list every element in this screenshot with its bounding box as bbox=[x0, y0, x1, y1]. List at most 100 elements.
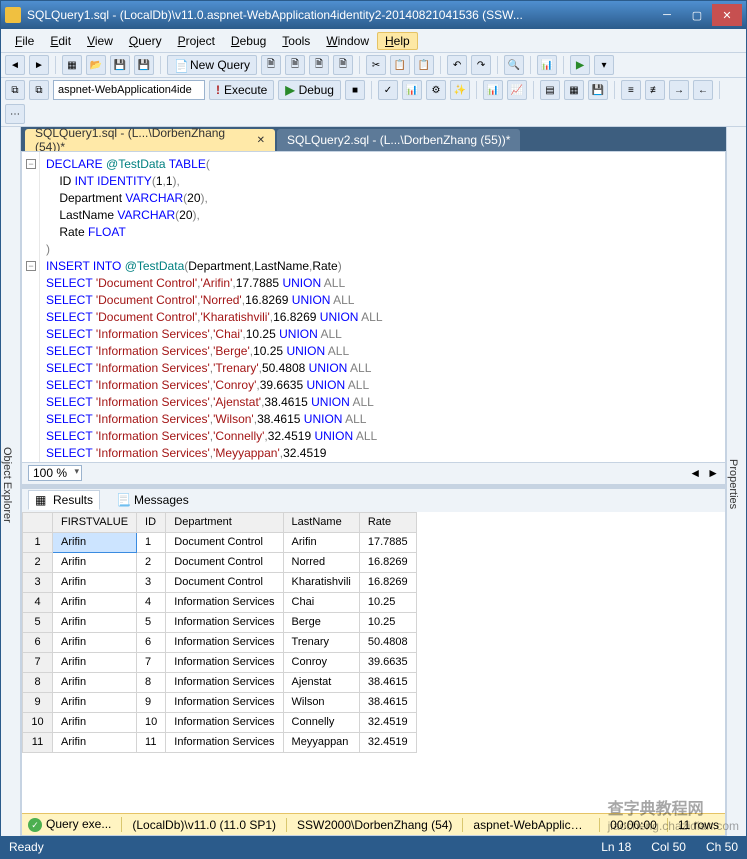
outdent-button[interactable]: ← bbox=[693, 80, 713, 100]
nav-back-button[interactable]: ◄ bbox=[5, 55, 25, 75]
grid-cell[interactable]: Kharatishvili bbox=[283, 572, 359, 592]
grid-cell[interactable]: 3 bbox=[137, 572, 166, 592]
menu-query[interactable]: Query bbox=[121, 32, 170, 50]
doc-tab-1[interactable]: SQLQuery2.sql - (L...\DorbenZhang (55))* bbox=[277, 129, 520, 151]
grid-header[interactable]: Rate bbox=[359, 512, 416, 532]
actual-plan-button[interactable]: 📊 bbox=[483, 80, 503, 100]
properties-panel[interactable]: Properties bbox=[726, 127, 746, 836]
code-line[interactable]: DECLARE @TestData TABLE( bbox=[22, 156, 725, 173]
code-line[interactable]: ) bbox=[22, 241, 725, 258]
grid-cell[interactable]: Trenary bbox=[283, 632, 359, 652]
specify-values-button[interactable]: ⋯ bbox=[5, 104, 25, 124]
grid-cell[interactable]: 6 bbox=[23, 632, 53, 652]
grid-cell[interactable]: 2 bbox=[137, 552, 166, 572]
table-row[interactable]: 8Arifin8Information ServicesAjenstat38.4… bbox=[23, 672, 417, 692]
grid-cell[interactable]: Conroy bbox=[283, 652, 359, 672]
start-button[interactable]: ▶ bbox=[570, 55, 590, 75]
grid-cell[interactable]: Berge bbox=[283, 612, 359, 632]
close-tab-icon[interactable]: ✕ bbox=[257, 135, 265, 146]
grid-cell[interactable]: 50.4808 bbox=[359, 632, 416, 652]
grid-cell[interactable]: 11 bbox=[23, 732, 53, 752]
grid-cell[interactable]: Arifin bbox=[53, 672, 137, 692]
grid-cell[interactable]: Norred bbox=[283, 552, 359, 572]
grid-cell[interactable]: 39.6635 bbox=[359, 652, 416, 672]
grid-cell[interactable]: 9 bbox=[23, 692, 53, 712]
grid-cell[interactable]: Information Services bbox=[166, 732, 283, 752]
grid-cell[interactable]: 7 bbox=[137, 652, 166, 672]
menu-debug[interactable]: Debug bbox=[223, 32, 274, 50]
grid-cell[interactable]: Information Services bbox=[166, 672, 283, 692]
activity-monitor-button[interactable]: 📊 bbox=[537, 55, 557, 75]
grid-header[interactable]: Department bbox=[166, 512, 283, 532]
code-line[interactable]: SELECT 'Information Services','Ajenstat'… bbox=[22, 394, 725, 411]
grid-cell[interactable]: Information Services bbox=[166, 612, 283, 632]
code-line[interactable]: SELECT 'Document Control','Norred',16.82… bbox=[22, 292, 725, 309]
nav-fwd-button[interactable]: ► bbox=[29, 55, 49, 75]
debug-button[interactable]: ▶ Debug bbox=[278, 80, 341, 100]
menu-project[interactable]: Project bbox=[170, 32, 223, 50]
grid-cell[interactable]: 11 bbox=[137, 732, 166, 752]
mdx-query-button[interactable]: 🗎 bbox=[309, 55, 329, 75]
paste-button[interactable]: 📋 bbox=[414, 55, 434, 75]
find-button[interactable]: 🔍 bbox=[504, 55, 524, 75]
database-combo[interactable] bbox=[53, 80, 205, 100]
grid-cell[interactable]: 7 bbox=[23, 652, 53, 672]
menu-tools[interactable]: Tools bbox=[274, 32, 318, 50]
grid-cell[interactable]: Arifin bbox=[53, 712, 137, 732]
results-text-button[interactable]: ▤ bbox=[540, 80, 560, 100]
grid-cell[interactable]: Wilson bbox=[283, 692, 359, 712]
code-line[interactable]: LastName VARCHAR(20), bbox=[22, 207, 725, 224]
doc-tab-0[interactable]: SQLQuery1.sql - (L...\DorbenZhang (54))*… bbox=[25, 129, 275, 151]
copy-button[interactable]: 📋 bbox=[390, 55, 410, 75]
code-line[interactable]: SELECT 'Information Services','Berge',10… bbox=[22, 343, 725, 360]
query-options-button[interactable]: ⚙ bbox=[426, 80, 446, 100]
save-button[interactable]: 💾 bbox=[110, 55, 130, 75]
undo-button[interactable]: ↶ bbox=[447, 55, 467, 75]
code-line[interactable]: SELECT 'Information Services','Chai',10.… bbox=[22, 326, 725, 343]
intellisense-button[interactable]: ✨ bbox=[450, 80, 470, 100]
grid-cell[interactable]: 6 bbox=[137, 632, 166, 652]
table-row[interactable]: 5Arifin5Information ServicesBerge10.25 bbox=[23, 612, 417, 632]
indent-button[interactable]: → bbox=[669, 80, 689, 100]
code-line[interactable]: ID INT IDENTITY(1,1), bbox=[22, 173, 725, 190]
code-line[interactable]: SELECT 'Information Services','Connelly'… bbox=[22, 428, 725, 445]
grid-cell[interactable]: 16.8269 bbox=[359, 552, 416, 572]
cancel-query-button[interactable]: ■ bbox=[345, 80, 365, 100]
grid-cell[interactable]: 10 bbox=[137, 712, 166, 732]
connection-button[interactable]: ⧉ bbox=[5, 80, 25, 100]
menu-view[interactable]: View bbox=[79, 32, 121, 50]
grid-cell[interactable]: 8 bbox=[23, 672, 53, 692]
grid-cell[interactable]: 10.25 bbox=[359, 612, 416, 632]
menu-file[interactable]: File bbox=[7, 32, 42, 50]
table-row[interactable]: 4Arifin4Information ServicesChai10.25 bbox=[23, 592, 417, 612]
grid-cell[interactable]: 3 bbox=[23, 572, 53, 592]
grid-cell[interactable]: Arifin bbox=[53, 652, 137, 672]
grid-cell[interactable]: 32.4519 bbox=[359, 732, 416, 752]
grid-cell[interactable]: 2 bbox=[23, 552, 53, 572]
grid-header[interactable]: LastName bbox=[283, 512, 359, 532]
table-row[interactable]: 1Arifin1Document ControlArifin17.7885 bbox=[23, 532, 417, 552]
table-row[interactable]: 9Arifin9Information ServicesWilson38.461… bbox=[23, 692, 417, 712]
results-file-button[interactable]: 💾 bbox=[588, 80, 608, 100]
grid-cell[interactable]: 17.7885 bbox=[359, 532, 416, 552]
estimated-plan-button[interactable]: 📊 bbox=[402, 80, 422, 100]
dropdown-button[interactable]: ▾ bbox=[594, 55, 614, 75]
close-button[interactable]: ✕ bbox=[712, 4, 742, 26]
grid-cell[interactable]: 5 bbox=[23, 612, 53, 632]
grid-header[interactable]: ID bbox=[137, 512, 166, 532]
grid-cell[interactable]: 38.4615 bbox=[359, 672, 416, 692]
grid-cell[interactable]: Document Control bbox=[166, 552, 283, 572]
grid-cell[interactable]: Document Control bbox=[166, 572, 283, 592]
sql-editor[interactable]: −DECLARE @TestData TABLE( ID INT IDENTIT… bbox=[22, 152, 725, 462]
grid-cell[interactable]: Information Services bbox=[166, 692, 283, 712]
grid-cell[interactable]: 16.8269 bbox=[359, 572, 416, 592]
grid-cell[interactable]: 32.4519 bbox=[359, 712, 416, 732]
grid-cell[interactable]: Information Services bbox=[166, 592, 283, 612]
grid-cell[interactable]: Arifin bbox=[53, 732, 137, 752]
change-connection-button[interactable]: ⧉ bbox=[29, 80, 49, 100]
table-row[interactable]: 7Arifin7Information ServicesConroy39.663… bbox=[23, 652, 417, 672]
redo-button[interactable]: ↷ bbox=[471, 55, 491, 75]
open-button[interactable]: 📂 bbox=[86, 55, 106, 75]
grid-cell[interactable]: 4 bbox=[137, 592, 166, 612]
grid-cell[interactable]: Meyyappan bbox=[283, 732, 359, 752]
